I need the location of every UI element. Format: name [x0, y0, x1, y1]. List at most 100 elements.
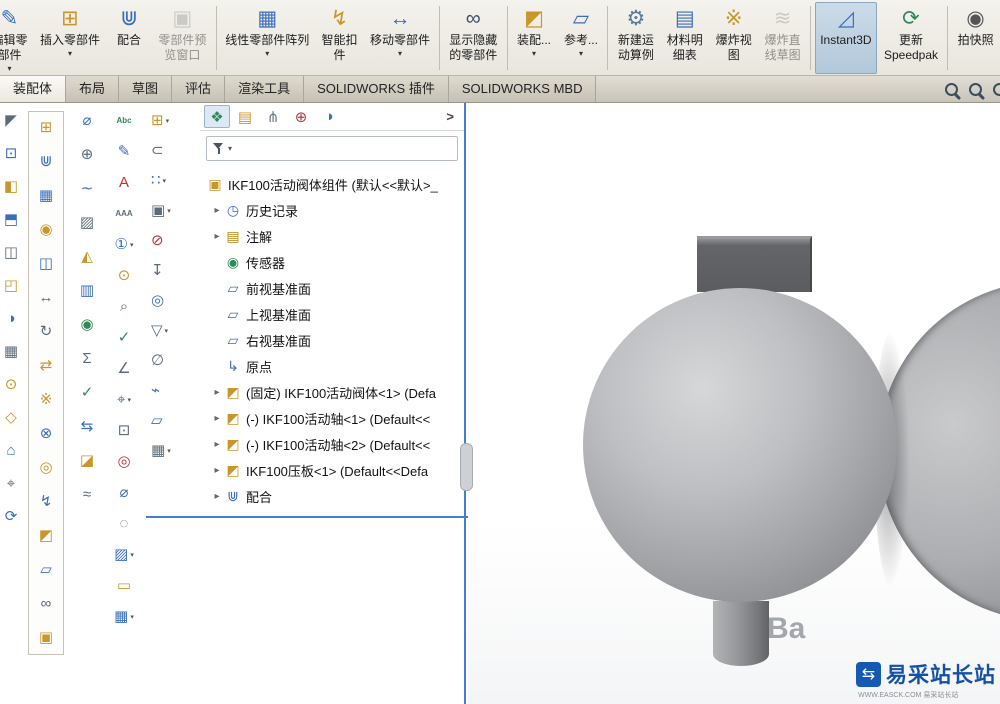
search-commands-icon[interactable] — [945, 82, 958, 96]
mass-properties-button[interactable]: ⊕ — [81, 145, 94, 165]
graphics-viewport[interactable]: Ba ⇆ 易采站长站 WWW.EASCK.COM 易采站长站 — [468, 103, 1000, 704]
mate-tool-button[interactable]: ⋓ — [40, 152, 53, 172]
appearance-button[interactable]: ◑ — [6, 309, 15, 329]
flyout-arrow-icon[interactable]: ▾ — [166, 117, 170, 125]
ribbon-button-assembly-features[interactable]: ◩ 装配... ▾ — [512, 2, 557, 74]
flyout-arrow-icon[interactable]: ▾ — [167, 447, 171, 455]
component-pattern-button[interactable]: ∷ ▾ — [151, 171, 166, 191]
selection-filter-button[interactable]: ▽ ▾ — [151, 321, 168, 341]
tab-assembly[interactable]: 装配体 — [0, 76, 67, 102]
ribbon-button-exploded-view[interactable]: ※ 爆炸视图 — [710, 2, 757, 74]
magnify-partial-icon[interactable] — [993, 82, 1000, 96]
linear-pattern-tool-button[interactable]: ▦ — [39, 186, 53, 206]
tree-item[interactable]: ▸ ◷ 历史记录 — [200, 197, 464, 223]
expand-arrow-icon[interactable]: ▸ — [210, 413, 224, 424]
panel-splitter-handle[interactable] — [460, 443, 473, 491]
tree-item[interactable]: ▱ 上视基准面 — [200, 301, 464, 327]
blocks-button[interactable]: ▭ — [117, 576, 131, 596]
ribbon-button-insert-components[interactable]: ⊞ 插入零部件 ▾ — [35, 2, 105, 74]
tree-item[interactable]: ▸ ◩ (-) IKF100活动轴<2> (Default<< — [200, 431, 464, 457]
replace-components-button[interactable]: ⇄ — [40, 356, 53, 376]
filter-dropdown-arrow-icon[interactable]: ▾ — [228, 144, 232, 153]
flyout-arrow-icon[interactable]: ▾ — [163, 177, 167, 185]
copy-settings-button[interactable]: ▣ ▾ — [151, 201, 171, 221]
sensor-tool-button[interactable]: ◉ — [80, 315, 93, 335]
ribbon-button-edit-component[interactable]: ✎ 编辑零部件 ▾ — [0, 2, 33, 74]
quick-snaps-button[interactable]: ⌁ — [151, 381, 160, 401]
lights-button[interactable]: ◇ — [5, 408, 17, 428]
tree-item[interactable]: ▱ 右视基准面 — [200, 327, 464, 353]
dropdown-arrow-icon[interactable]: ▾ — [579, 49, 583, 58]
multi-jog-note-button[interactable]: AAA — [115, 204, 132, 224]
magnifying-glass-button[interactable]: ⌕ — [120, 297, 128, 317]
deviation-analysis-button[interactable]: ≈ — [83, 485, 91, 505]
expand-arrow-icon[interactable]: ▸ — [210, 439, 224, 450]
ribbon-button-smart-fasteners[interactable]: ↯ 智能扣件 — [316, 2, 363, 74]
tree-item[interactable]: ↳ 原点 — [200, 353, 464, 379]
hide-all-types-button[interactable]: ∅ — [151, 351, 164, 371]
tree-item[interactable]: ▸ ⋓ 配合 — [200, 483, 464, 509]
auto-balloon-button[interactable]: ⊙ — [118, 266, 131, 286]
compare-documents-button[interactable]: ⇆ — [81, 417, 94, 437]
large-assembly-mode-button[interactable]: ▣ — [39, 628, 53, 648]
tree-item[interactable]: ▸ ◩ IKF100压板<1> (Default<<Defa — [200, 457, 464, 483]
ribbon-button-show-hidden-components[interactable]: ∞ 显示隐藏 的零部件 — [444, 2, 503, 74]
ribbon-button-reference-geometry[interactable]: ▱ 参考... ▾ — [558, 2, 603, 74]
interference-detection-button[interactable]: ⊗ — [40, 424, 53, 444]
datum-feature-button[interactable]: ⊡ — [118, 421, 131, 441]
filter-off-button[interactable]: ⊘ — [151, 231, 164, 251]
datum-target-button[interactable]: ◎ — [117, 452, 130, 472]
note-button[interactable]: A — [119, 173, 129, 193]
flyout-arrow-icon[interactable]: ▾ — [167, 207, 171, 215]
ribbon-button-linear-component-pattern[interactable]: ▦ 线性零部件阵列 ▾ — [221, 2, 314, 74]
dropdown-arrow-icon[interactable]: ▾ — [532, 49, 536, 58]
tab-solidworks-addins[interactable]: SOLIDWORKS 插件 — [304, 76, 449, 102]
model-sphere-body[interactable] — [583, 288, 897, 602]
panel-tab-property-manager[interactable]: ▤ — [232, 105, 258, 128]
tree-item[interactable]: ▸ ▤ 注解 — [200, 223, 464, 249]
expand-arrow-icon[interactable]: ▸ — [210, 387, 224, 398]
attachments-button[interactable]: ⊂ — [151, 141, 164, 161]
ribbon-button-move-component[interactable]: ↔ 移动零部件 ▾ — [365, 2, 435, 74]
model-bottom-cylinder[interactable] — [713, 601, 769, 666]
dropdown-arrow-icon[interactable]: ▾ — [398, 49, 402, 58]
weld-symbol-button[interactable]: ∠ — [117, 359, 130, 379]
ribbon-button-mate[interactable]: ⋓ 配合 — [107, 2, 151, 74]
insert-component-tool-button[interactable]: ⊞ — [40, 118, 53, 138]
rotate-component-tool-button[interactable]: ↻ — [40, 322, 53, 342]
camera-views-button[interactable]: ⊙ — [5, 375, 18, 395]
tree-item[interactable]: ▣ IKF100活动阀体组件 (默认<<默认>_ — [200, 171, 464, 197]
zoom-magnifier-icon[interactable] — [969, 82, 982, 96]
ribbon-button-component-preview-window[interactable]: ▣ 零部件预 览窗口 — [153, 2, 212, 74]
ribbon-button-take-snapshot[interactable]: ◉ 拍快照 — [952, 2, 999, 74]
smart-fasteners-tool-button[interactable]: ↯ — [40, 492, 53, 512]
collapse-panel-chevron[interactable]: > — [440, 109, 460, 124]
hole-callout-button[interactable]: ⌀ — [119, 483, 128, 503]
panel-split-divider[interactable] — [146, 516, 468, 518]
tab-evaluate[interactable]: 评估 — [172, 76, 226, 102]
check-entity-button[interactable]: ✓ — [81, 383, 94, 403]
scene-button[interactable]: ▦ — [4, 342, 18, 362]
expand-arrow-icon[interactable]: ▸ — [210, 491, 224, 502]
section-properties-button[interactable]: ◪ — [80, 451, 94, 471]
tables-button[interactable]: ▦ ▾ — [114, 607, 134, 627]
pan-view-button[interactable]: ⌖ — [7, 474, 15, 494]
expand-arrow-icon[interactable]: ▸ — [210, 465, 224, 476]
spell-checker-button[interactable]: Abc — [116, 111, 131, 131]
rotate-view-button[interactable]: ⟳ — [5, 507, 18, 527]
statistics-button[interactable]: Σ — [82, 349, 91, 369]
pin-toolbar-button[interactable]: ↧ — [151, 261, 164, 281]
section-view-button[interactable]: ◧ — [4, 177, 18, 197]
ribbon-button-update-speedpak[interactable]: ⟳ 更新 Speedpak — [879, 2, 943, 74]
area-hatch-button[interactable]: ▨ ▾ — [114, 545, 134, 565]
panel-tab-featuremanager-design-tree[interactable]: ❖ — [204, 105, 230, 128]
view-orientation-button[interactable]: ⬒ — [4, 210, 18, 230]
zebra-stripes-button[interactable]: ▨ — [80, 213, 94, 233]
flyout-arrow-icon[interactable]: ▾ — [130, 241, 134, 249]
ribbon-button-new-motion-study[interactable]: ⚙ 新建运 动算例 — [612, 2, 659, 74]
ribbon-button-bill-of-materials[interactable]: ▤ 材料明 细表 — [661, 2, 708, 74]
thickness-analysis-button[interactable]: ▥ — [80, 281, 94, 301]
belt-chain-button[interactable]: ∞ — [41, 594, 52, 614]
tab-layout[interactable]: 布局 — [66, 76, 120, 102]
measure-button[interactable]: ⌀ — [82, 111, 91, 131]
